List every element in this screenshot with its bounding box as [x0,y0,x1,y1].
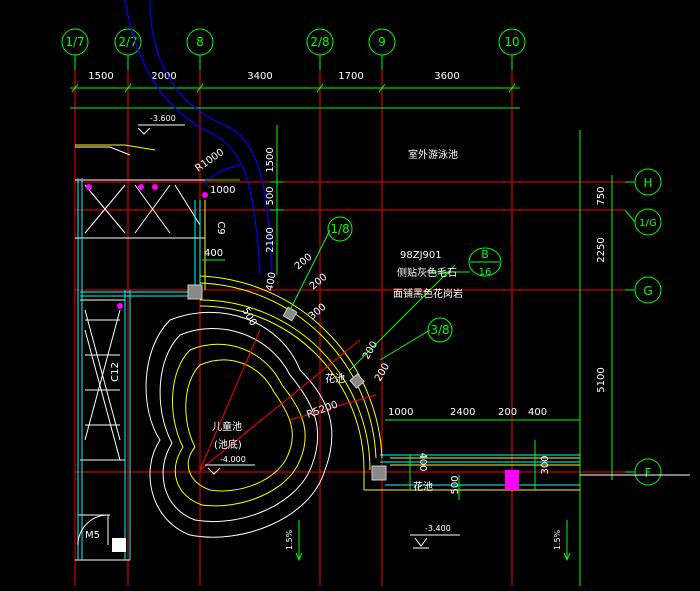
dim-top-1: 1500 [88,71,113,82]
dim-200a: 200 [293,252,315,273]
dim-1500: 1500 [265,147,276,172]
door-m5: M5 [85,530,100,541]
dim-top-3: 3400 [247,71,272,82]
axis-label-H: H [643,176,652,190]
detail-number: 16 [479,267,492,278]
wall-note-line2: 面铺黑色花岗岩 [393,287,463,300]
label-c9: C9 [215,221,226,234]
axis-label-1-7: 1/7 [65,35,84,49]
inner-dimension-lines [202,125,580,500]
dim-top-2: 2000 [151,71,176,82]
axis-label-10: 10 [504,35,519,49]
planter-label-b: 花池 [413,480,433,493]
dim-200d: 200 [373,361,392,383]
dim-200b: 200 [308,272,330,293]
dim-2100: 2100 [265,227,276,252]
section-label-2: 3/8 [430,323,449,337]
floor-plan-svg: 1/7 2/7 8 2/8 9 10 1500 2000 3400 1700 3… [61,0,690,586]
magenta-block [505,470,519,490]
dim-400c: 400 [528,407,547,418]
kids-pool-note: (池底) [214,438,242,451]
slope-right: 1.5% [553,529,562,550]
dim-200e: 200 [498,407,517,418]
axis-label-1G: 1/G [639,218,656,229]
dim-500: 500 [265,186,276,205]
top-dimension-labels: 1500 2000 3400 1700 3600 [88,71,459,82]
dim-right-2: 2250 [596,237,607,262]
right-axis-bubbles [579,130,662,586]
dim-500c: 500 [450,475,461,494]
level-top: -3.600 [150,114,176,123]
dim-top-4: 1700 [338,71,363,82]
slope-left: 1.5% [285,529,294,550]
dim-300: 300 [307,302,329,323]
level-labels: -3.600 -4.000 -3.400 [150,114,451,533]
dim-400d: 400 [417,452,428,471]
section-markers [327,216,502,343]
white-block [112,538,126,552]
dim-right-3: 5100 [596,367,607,392]
dim-right-1: 750 [596,186,607,205]
detail-letter: B [481,248,489,261]
annotation-notes: 98ZJ901 侧贴灰色毛石 面铺黑色花岗岩 [393,250,463,300]
radius-r5200: R5200 [305,399,339,420]
planter-label-a: 花池 [325,372,345,385]
radius-r1000: R1000 [193,147,226,175]
level-pool-bottom: -4.000 [220,455,246,464]
label-c12: C12 [110,362,121,382]
right-axis-labels: H 1/G G F [639,176,656,480]
grid-lines [74,60,625,586]
cad-drawing: 1/7 2/7 8 2/8 9 10 1500 2000 3400 1700 3… [0,0,700,586]
dim-2400: 2400 [450,407,475,418]
axis-label-G: G [643,284,652,298]
axis-label-F: F [645,466,652,480]
axis-label-9: 9 [378,35,386,49]
dim-300b: 300 [540,455,551,474]
axis-label-8: 8 [196,35,204,49]
yellow-walls [75,144,580,491]
accent-markers [86,184,519,490]
room-kids-pool: 儿童池 [212,420,242,433]
wall-note-line1: 侧贴灰色毛石 [397,266,457,279]
dim-400a: 400 [204,248,223,259]
section-label-1: 1/8 [330,222,349,236]
ref-code: 98ZJ901 [400,250,442,261]
dim-top-5: 3600 [434,71,459,82]
level-bottom: -3.400 [425,524,451,533]
dim-1000b: 1000 [388,407,413,418]
dim-400b: 400 [264,271,278,292]
dim-1000a: 1000 [210,185,235,196]
axis-label-2-8: 2/8 [310,35,329,49]
top-dimension-line [70,83,520,109]
section-marker-labels: 1/8 3/8 B 16 [330,222,491,337]
room-outdoor-pool: 室外游泳池 [408,148,458,161]
